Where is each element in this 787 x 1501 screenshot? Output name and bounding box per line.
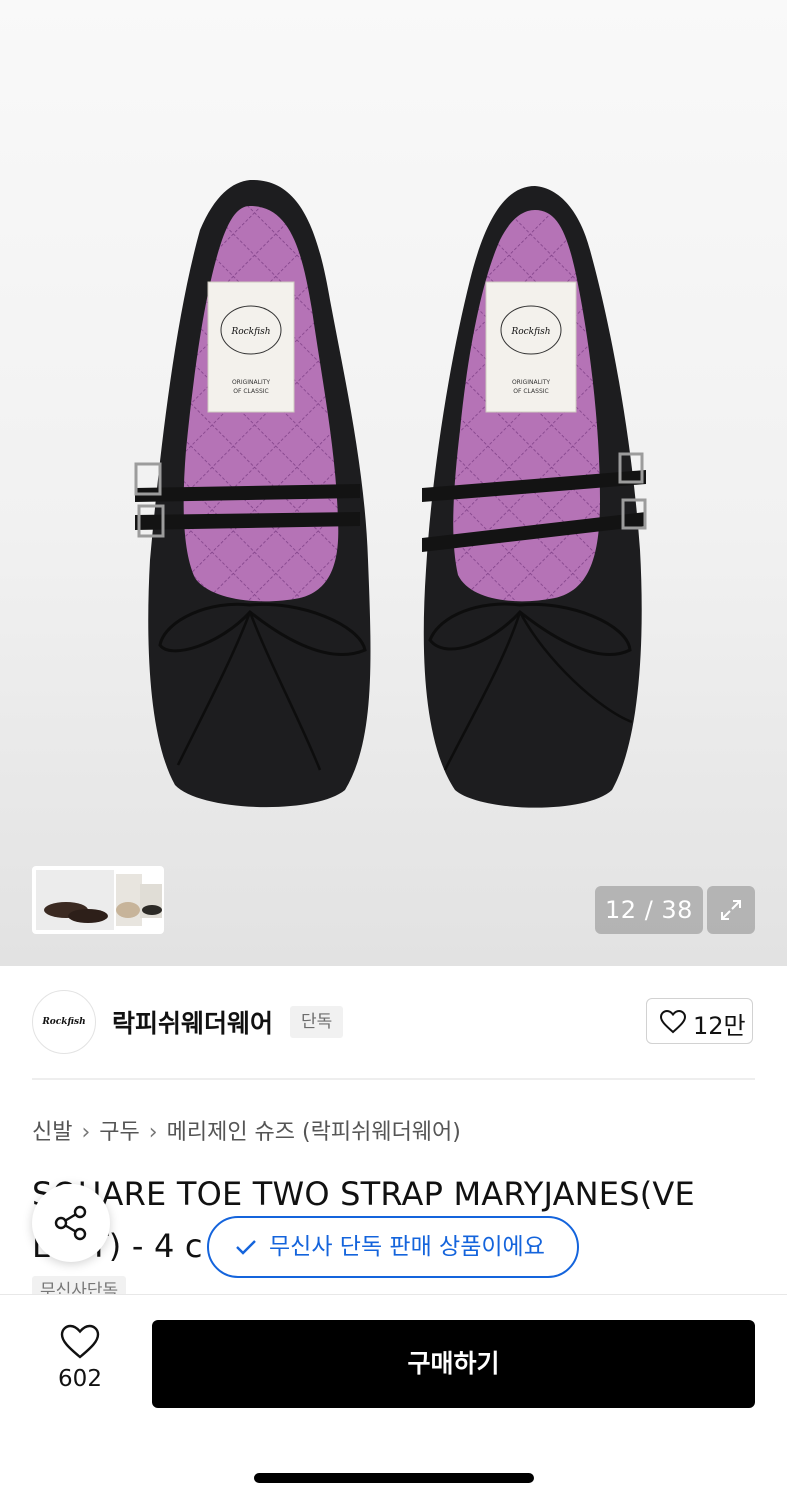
share-button[interactable] <box>32 1184 110 1262</box>
exclusive-badge: 단독 <box>290 1006 344 1038</box>
brand-logo[interactable]: Rockfish <box>32 990 96 1054</box>
product-image-gallery[interactable]: Rockfish ORIGINALITY OF CLASSIC Rockfish… <box>0 0 787 966</box>
svg-text:ORIGINALITY: ORIGINALITY <box>232 379 270 386</box>
svg-text:ORIGINALITY: ORIGINALITY <box>512 379 550 386</box>
check-icon <box>236 1240 256 1255</box>
brand-name[interactable]: 락피쉬웨더웨어 <box>112 1004 273 1040</box>
breadcrumb-item[interactable]: 신발 <box>32 1120 72 1145</box>
expand-icon <box>721 900 741 920</box>
heart-icon <box>660 1010 686 1034</box>
product-title-line: SQUARE TOE TWO STRAP MARYJANES(VE <box>32 1175 695 1213</box>
wishlist-button[interactable]: 602 <box>40 1324 120 1392</box>
thumbnail-strip[interactable] <box>32 866 164 934</box>
svg-text:OF CLASSIC: OF CLASSIC <box>233 388 268 395</box>
chevron-right-icon: › <box>81 1120 91 1145</box>
breadcrumb-item[interactable]: 구두 <box>99 1120 139 1145</box>
home-indicator <box>254 1473 534 1483</box>
divider <box>32 1078 755 1080</box>
breadcrumb: 신발 › 구두 › 메리제인 슈즈 (락피쉬웨더웨어) <box>32 1114 461 1146</box>
svg-text:OF CLASSIC: OF CLASSIC <box>513 388 548 395</box>
svg-text:Rockfish: Rockfish <box>230 327 270 337</box>
brand-logo-text: Rockfish <box>42 1017 86 1027</box>
product-photo: Rockfish ORIGINALITY OF CLASSIC Rockfish… <box>134 179 647 808</box>
share-icon <box>54 1205 87 1241</box>
thumbnail-image[interactable] <box>116 874 142 926</box>
brand-like-button[interactable]: 12만 <box>646 998 753 1044</box>
exclusive-toast: 무신사 단독 판매 상품이에요 <box>207 1216 579 1278</box>
heart-icon <box>60 1324 100 1359</box>
thumbnail-image[interactable] <box>36 870 114 930</box>
breadcrumb-item[interactable]: 메리제인 슈즈 (락피쉬웨더웨어) <box>167 1120 461 1145</box>
svg-text:Rockfish: Rockfish <box>510 327 550 337</box>
expand-button[interactable] <box>707 886 755 934</box>
image-counter: 12 / 38 <box>595 886 703 934</box>
thumbnail-image[interactable] <box>140 884 162 918</box>
buy-button[interactable]: 구매하기 <box>152 1320 755 1408</box>
chevron-right-icon: › <box>148 1120 158 1145</box>
toast-message: 무신사 단독 판매 상품이에요 <box>269 1234 545 1260</box>
wishlist-count: 602 <box>58 1366 102 1392</box>
brand-like-count: 12만 <box>693 1012 746 1040</box>
